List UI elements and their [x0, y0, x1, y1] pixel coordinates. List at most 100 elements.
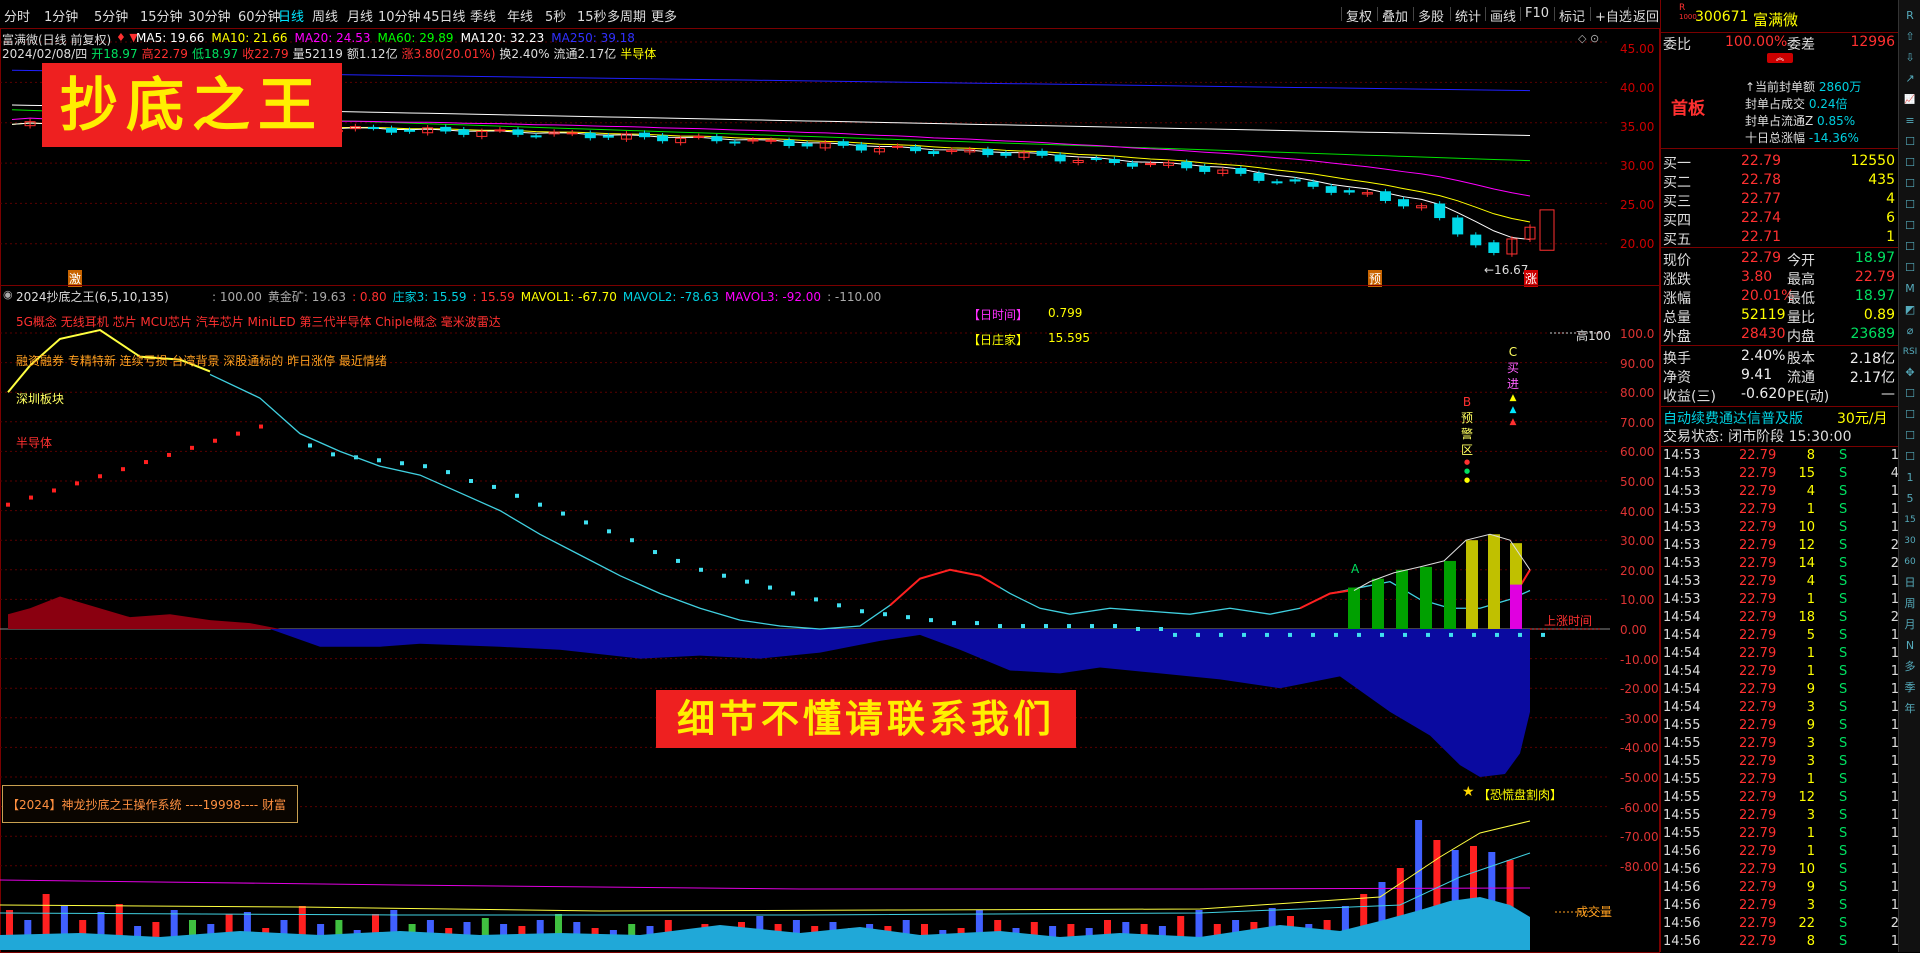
close-marker-icon[interactable]: ♦ ▼	[116, 31, 138, 44]
toolbar-btn-0[interactable]: 复权	[1346, 6, 1372, 25]
signal-dot	[1021, 624, 1025, 629]
side-icon-1[interactable]: ⇧	[1902, 29, 1918, 45]
side-icon-22[interactable]: 1	[1902, 470, 1918, 486]
side-icon-26[interactable]: 60	[1902, 554, 1918, 570]
period-10[interactable]: 45日线	[423, 6, 466, 25]
side-icon-32[interactable]: 季	[1902, 680, 1918, 696]
side-icon-31[interactable]: 多	[1902, 659, 1918, 675]
side-icon-20[interactable]: ☐	[1902, 428, 1918, 444]
bid-row[interactable]: 买一 22.79 12550	[1661, 152, 1899, 172]
candle-body	[801, 143, 813, 147]
magenta-bar	[1510, 584, 1522, 629]
bid-row[interactable]: 买二 22.78 435	[1661, 171, 1899, 191]
side-icon-6[interactable]: ☐	[1902, 134, 1918, 150]
c-buy-signal: C 买进 ▲ ▲ ▲	[1506, 344, 1520, 428]
tick-side: S	[1839, 520, 1848, 535]
signal-dot	[1449, 632, 1453, 637]
toolbar-btn-2[interactable]: 多股	[1418, 6, 1444, 25]
toolbar-btn-1[interactable]: 叠加	[1382, 6, 1408, 25]
side-icon-14[interactable]: ◩	[1902, 302, 1918, 318]
stock-code: 300671	[1695, 9, 1749, 25]
signal-dot	[52, 488, 56, 493]
side-icon-12[interactable]: ☐	[1902, 260, 1918, 276]
period-5[interactable]: 60分钟	[238, 6, 281, 25]
side-icon-11[interactable]: ☐	[1902, 239, 1918, 255]
indicator-area[interactable]	[0, 285, 1610, 951]
toolbar-btn-7[interactable]: +自选	[1595, 6, 1632, 25]
signal-dot	[584, 520, 588, 525]
side-icon-27[interactable]: 日	[1902, 575, 1918, 591]
side-icon-19[interactable]: ☐	[1902, 407, 1918, 423]
period-16[interactable]: 更多	[651, 6, 677, 25]
toolbar-btn-6[interactable]: 标记	[1559, 6, 1585, 25]
side-icon-28[interactable]: 周	[1902, 596, 1918, 612]
signal-bar	[1372, 578, 1384, 629]
side-icon-13[interactable]: M	[1902, 281, 1918, 297]
system-box-text: 【2024】神龙抄底之王操作系统 ----19998---- 财富	[7, 798, 286, 812]
period-3[interactable]: 15分钟	[140, 6, 183, 25]
bid-row[interactable]: 买五 22.71 1	[1661, 228, 1899, 248]
share-value: 2.18亿	[1849, 351, 1895, 367]
period-15[interactable]: 多周期	[607, 6, 646, 25]
side-icon-2[interactable]: ⇩	[1902, 50, 1918, 66]
side-icon-29[interactable]: 月	[1902, 617, 1918, 633]
side-icon-8[interactable]: ☐	[1902, 176, 1918, 192]
side-icon-23[interactable]: 5	[1902, 491, 1918, 507]
period-2[interactable]: 5分钟	[94, 6, 128, 25]
side-icon-7[interactable]: ☐	[1902, 155, 1918, 171]
side-icon-5[interactable]: ≡	[1902, 113, 1918, 129]
tick-vol: 4	[1806, 574, 1815, 589]
side-icon-33[interactable]: 年	[1902, 701, 1918, 717]
collapse-button[interactable]: ︽	[1767, 53, 1793, 63]
ad-bar[interactable]: 自动续费通达信普及版 30元/月	[1661, 406, 1899, 427]
indicator-title[interactable]: 2024抄底之王(6,5,10,135)	[16, 288, 169, 305]
indicator-collapse-icon[interactable]: ◉	[3, 288, 13, 301]
period-0[interactable]: 分时	[4, 6, 30, 25]
tick-list[interactable]: 14:53 22.79 8 S 1 14:53 22.79 15 S 4 14:53 22.79 4 S 1…	[1661, 446, 1899, 953]
period-13[interactable]: 5秒	[545, 6, 566, 25]
period-8[interactable]: 月线	[347, 6, 373, 25]
side-icon-17[interactable]: ✥	[1902, 365, 1918, 381]
side-icon-3[interactable]: ↗	[1902, 71, 1918, 87]
side-icon-16[interactable]: RSI	[1902, 344, 1918, 360]
period-6[interactable]: 日线	[278, 6, 304, 25]
side-icon-0[interactable]: R	[1902, 8, 1918, 24]
candle-body	[512, 129, 524, 135]
period-1[interactable]: 1分钟	[44, 6, 78, 25]
signal-bar	[1348, 587, 1360, 629]
period-4[interactable]: 30分钟	[188, 6, 231, 25]
side-icon-10[interactable]: ☐	[1902, 218, 1918, 234]
seal-value: 0.24倍	[1805, 97, 1848, 111]
side-icon-21[interactable]: ☐	[1902, 449, 1918, 465]
toolbar-btn-8[interactable]: 返回	[1633, 6, 1659, 25]
toolbar-btn-3[interactable]: 统计	[1455, 6, 1481, 25]
period-9[interactable]: 10分钟	[378, 6, 421, 25]
seal-value: 0.85%	[1813, 114, 1856, 128]
candle-body	[566, 132, 578, 135]
side-icon-30[interactable]: N	[1902, 638, 1918, 654]
period-12[interactable]: 年线	[507, 6, 533, 25]
chart-options-icon[interactable]: ◇ ⊙	[1578, 32, 1599, 45]
bid-row[interactable]: 买三 22.77 4	[1661, 190, 1899, 210]
weibi-value: 100.00%	[1725, 34, 1788, 50]
side-icon-15[interactable]: ⌀	[1902, 323, 1918, 339]
period-11[interactable]: 季线	[470, 6, 496, 25]
side-icon-9[interactable]: ☐	[1902, 197, 1918, 213]
side-icon-18[interactable]: ☐	[1902, 386, 1918, 402]
colored-label-7: 涨3.80(20.01%)	[401, 47, 496, 61]
signal-dot	[331, 452, 335, 457]
toolbar-btn-4[interactable]: 画线	[1490, 6, 1516, 25]
period-7[interactable]: 周线	[312, 6, 338, 25]
signal-dot	[1334, 632, 1338, 637]
side-icon-4[interactable]: 📈	[1902, 92, 1918, 108]
bid-row[interactable]: 买四 22.74 6	[1661, 209, 1899, 229]
tick-row: 14:56 22.79 9 S 1	[1661, 879, 1899, 897]
candle-body	[404, 129, 416, 132]
period-14[interactable]: 15秒	[577, 6, 607, 25]
tick-time: 14:54	[1663, 646, 1701, 661]
side-icon-24[interactable]: 15	[1902, 512, 1918, 528]
stat-value: 52119	[1741, 307, 1786, 323]
tick-price: 22.79	[1739, 592, 1777, 607]
side-icon-25[interactable]: 30	[1902, 533, 1918, 549]
toolbar-btn-5[interactable]: F10	[1525, 6, 1549, 21]
